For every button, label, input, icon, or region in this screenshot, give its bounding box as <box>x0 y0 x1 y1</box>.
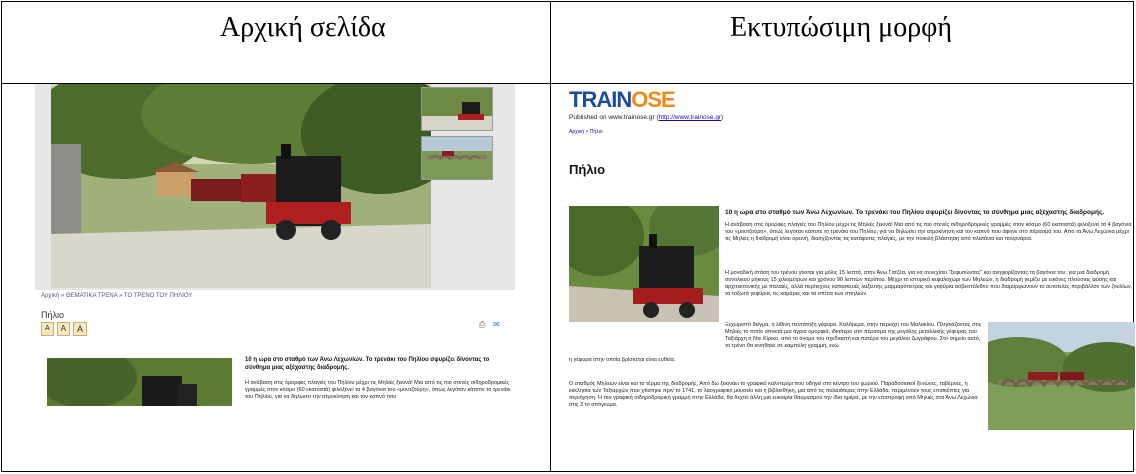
article-heading: 10 η ώρα στο σταθμό των Άνω Λεχωνίων. Το… <box>725 209 1105 216</box>
article-train-photo <box>569 206 719 322</box>
breadcrumb[interactable]: Αρχική » ΘΕΜΑΤΙΚΑ ΤΡΕΝΑ » ΤΟ ΤΡΕΝΟ ΤΟΥ Π… <box>41 293 192 299</box>
font-size-large-button[interactable]: A <box>73 322 88 336</box>
article-paragraph-1: Η ανάβαση στις όμορφες πλαγιές του Πηλίο… <box>725 222 1132 242</box>
homepage-screenshot: Αρχική » ΘΕΜΑΤΙΚΑ ΤΡΕΝΑ » ΤΟ ΤΡΕΝΟ ΤΟΥ Π… <box>35 84 515 406</box>
thumbnail-train-photo[interactable] <box>421 87 493 131</box>
trainose-logo: TRAINOSE <box>569 87 676 112</box>
published-on-line: Published on www.trainose.gr (http://www… <box>569 114 724 121</box>
page-title: Πήλιο <box>41 310 65 320</box>
printable-page: TRAINOSE Published on www.trainose.gr (h… <box>565 84 1135 444</box>
thumbnail-bridge-photo[interactable] <box>421 136 493 180</box>
train-main-photo <box>51 84 431 288</box>
page-title: Πήλιο <box>569 162 606 177</box>
header-printable-form: Εκτυπώσιμη μορφή <box>730 12 952 43</box>
article-bridge-photo <box>988 322 1135 430</box>
font-size-medium-button[interactable]: A <box>56 322 71 336</box>
print-icon[interactable]: ⎙ <box>479 320 485 330</box>
article-paragraph-2: Η μοναδική στάση του τρένου γίνεται για … <box>725 270 1133 297</box>
homepage-content: Αρχική » ΘΕΜΑΤΙΚΑ ΤΡΕΝΑ » ΤΟ ΤΡΕΝΟ ΤΟΥ Π… <box>35 290 515 406</box>
article-train-photo <box>47 358 232 406</box>
article-paragraph-5: Ο σταθμός Μηλεών είναι και το τέρμα της … <box>569 381 978 408</box>
article-paragraph: Η ανάβαση στις όμορφες πλαγιές του Πηλίο… <box>245 380 511 400</box>
breadcrumb[interactable]: Αρχική > Πήλιο <box>569 129 603 135</box>
column-divider <box>550 2 551 471</box>
font-size-controls: A A A <box>41 322 88 336</box>
article-paragraph-4: η γέφυρα στην οποία βρίσκεται είναι ευθε… <box>569 357 676 363</box>
site-link[interactable]: http://www.trainose.gr <box>659 114 722 121</box>
article-paragraph-3: Ξεχωριστό δείγμα, η λίθινη πεντάτοξη γέφ… <box>725 322 982 349</box>
email-icon[interactable]: ✉ <box>493 320 500 329</box>
font-size-small-button[interactable]: A <box>41 322 54 336</box>
header-home-page: Αρχική σελίδα <box>220 12 386 43</box>
article-heading: 10 η ώρα στο σταθμό των Άνω Λεχωνίων. Το… <box>245 357 490 371</box>
